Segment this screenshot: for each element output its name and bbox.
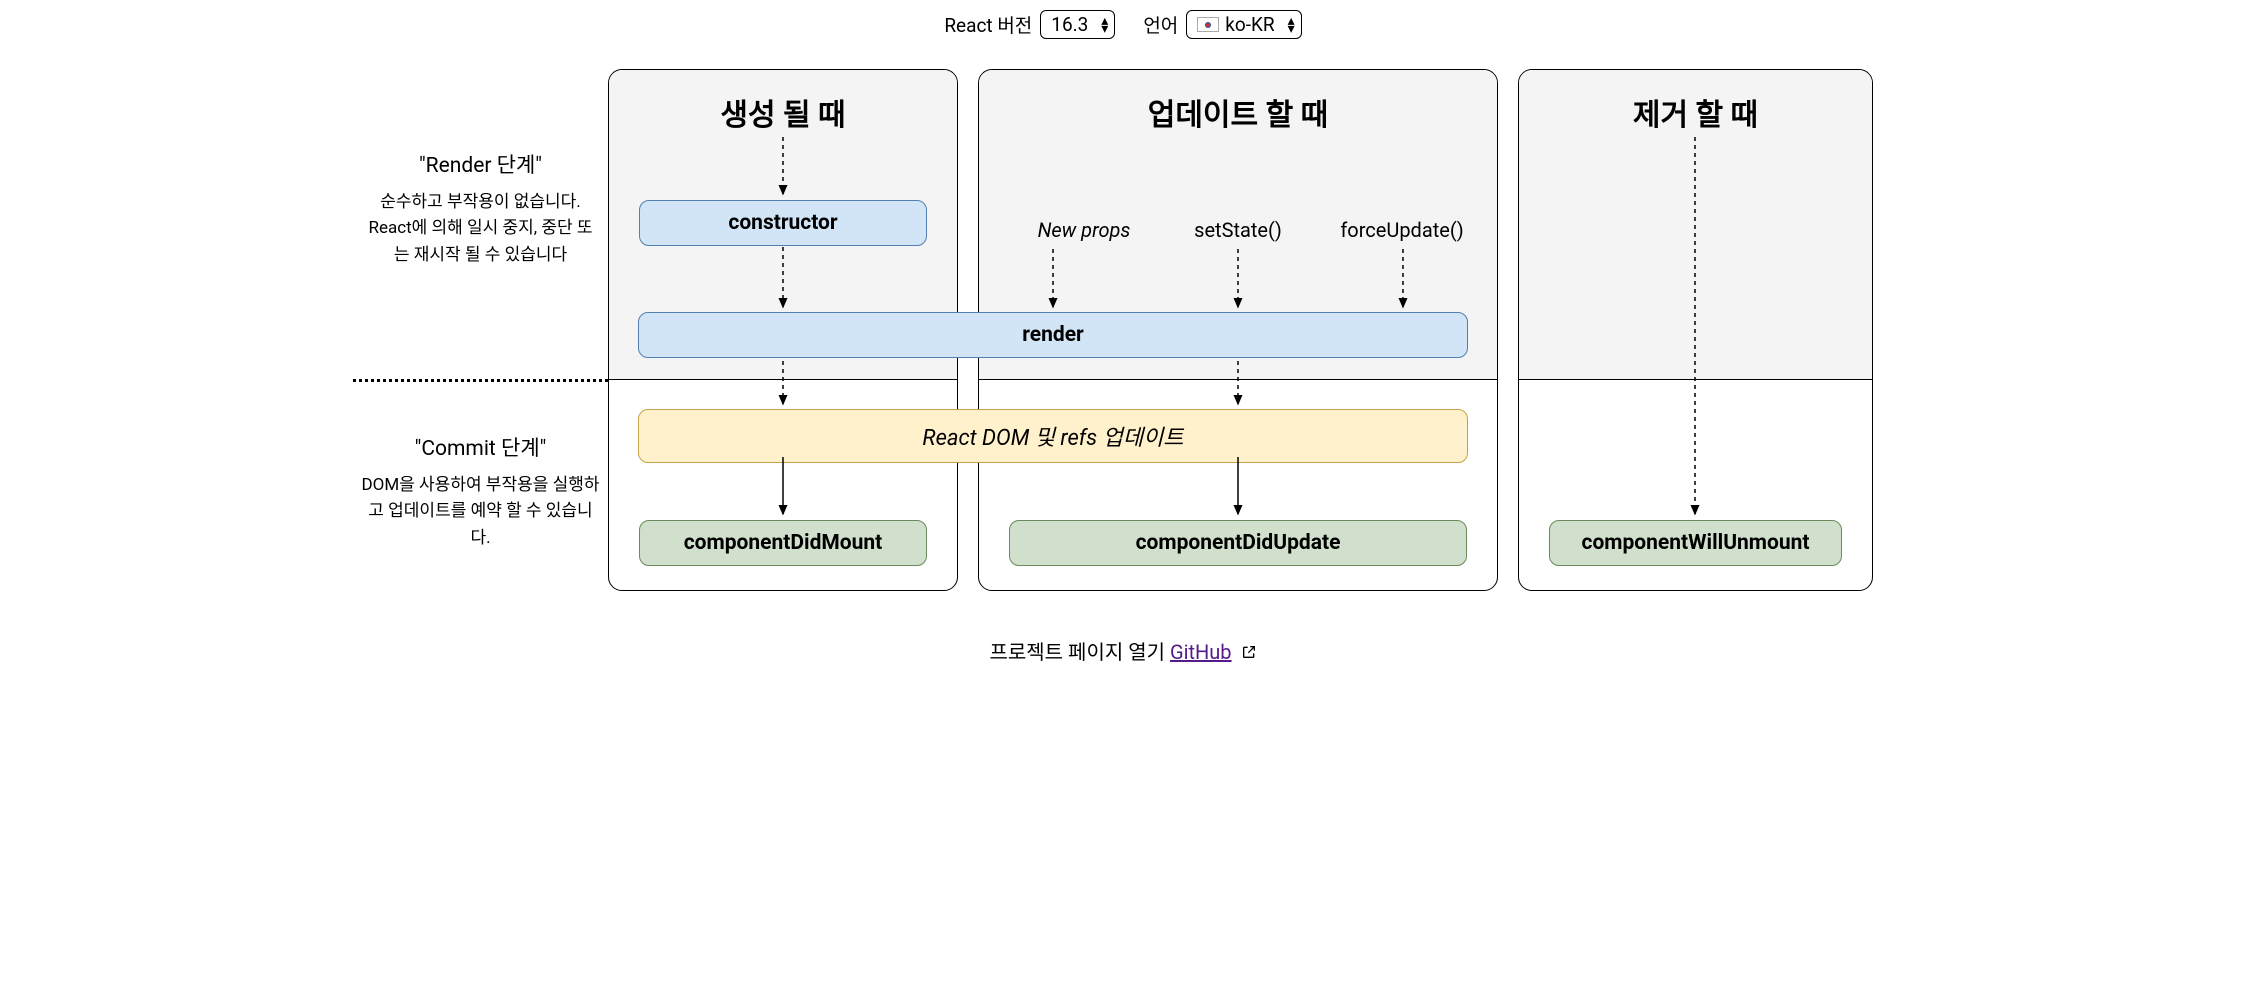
lifecycle-columns: 생성 될 때 constructor componentDidMount 업데이… [608,69,1893,591]
flag-icon [1197,17,1219,32]
unmounting-commit-section: componentWillUnmount [1519,380,1872,590]
commit-phase-desc: DOM을 사용하여 부작용을 실행하고 업데이트를 예약 할 수 있습니다. [361,472,600,551]
version-label: React 버전 [944,11,1032,38]
footer-prefix: 프로젝트 페이지 열기 [989,640,1169,664]
external-link-icon [1241,641,1257,665]
force-update-trigger: forceUpdate() [1327,218,1477,242]
constructor-label: constructor [728,211,837,235]
top-controls: React 버전 16.3 ▴▾ 언어 ko-KR ▴▾ [20,10,2226,39]
language-control: 언어 ko-KR ▴▾ [1143,10,1301,39]
phase-divider-wrap: "Commit 단계" DOM을 사용하여 부작용을 실행하고 업데이트를 예약… [353,379,608,589]
set-state-trigger: setState() [1173,218,1303,242]
version-select[interactable]: 16.3 ▴▾ [1040,10,1115,39]
did-mount-label: componentDidMount [684,531,883,555]
will-unmount-label: componentWillUnmount [1582,531,1810,555]
render-label: render [1022,323,1083,347]
unmounting-column: 제거 할 때 componentWillUnmount [1518,69,1873,591]
sort-icon: ▴▾ [1288,17,1295,33]
unmounting-render-section: 제거 할 때 [1519,70,1872,380]
unmounting-title: 제거 할 때 [1519,90,1872,134]
version-control: React 버전 16.3 ▴▾ [944,10,1115,39]
lifecycle-diagram: "Render 단계" 순수하고 부작용이 없습니다. React에 의해 일시… [353,69,1893,591]
render-phase-desc: 순수하고 부작용이 없습니다. React에 의해 일시 중지, 중단 또는 재… [361,189,600,268]
footer: 프로젝트 페이지 열기 GitHub [20,636,2226,665]
mounting-title: 생성 될 때 [609,90,957,134]
render-phase-title: "Render 단계" [361,149,600,179]
language-label: 언어 [1143,11,1178,38]
version-value: 16.3 [1051,13,1088,36]
language-value: ko-KR [1225,13,1274,36]
language-select[interactable]: ko-KR ▴▾ [1186,10,1301,39]
new-props-trigger: New props [1009,218,1159,242]
commit-phase-title: "Commit 단계" [361,432,600,462]
dom-refs-node: React DOM 및 refs 업데이트 [638,409,1468,463]
dom-refs-label: React DOM 및 refs 업데이트 [922,426,1183,451]
did-mount-node[interactable]: componentDidMount [639,520,927,566]
render-phase-label: "Render 단계" 순수하고 부작용이 없습니다. React에 의해 일시… [353,69,608,379]
updating-title: 업데이트 할 때 [979,90,1497,134]
github-link[interactable]: GitHub [1170,640,1232,664]
did-update-node[interactable]: componentDidUpdate [1009,520,1467,566]
will-unmount-node[interactable]: componentWillUnmount [1549,520,1842,566]
did-update-label: componentDidUpdate [1136,531,1341,555]
constructor-node[interactable]: constructor [639,200,927,246]
github-link-text: GitHub [1170,640,1232,664]
sort-icon: ▴▾ [1101,17,1108,33]
commit-phase-label: "Commit 단계" DOM을 사용하여 부작용을 실행하고 업데이트를 예약… [353,382,608,551]
render-node[interactable]: render [638,312,1468,358]
phase-labels: "Render 단계" 순수하고 부작용이 없습니다. React에 의해 일시… [353,69,608,591]
